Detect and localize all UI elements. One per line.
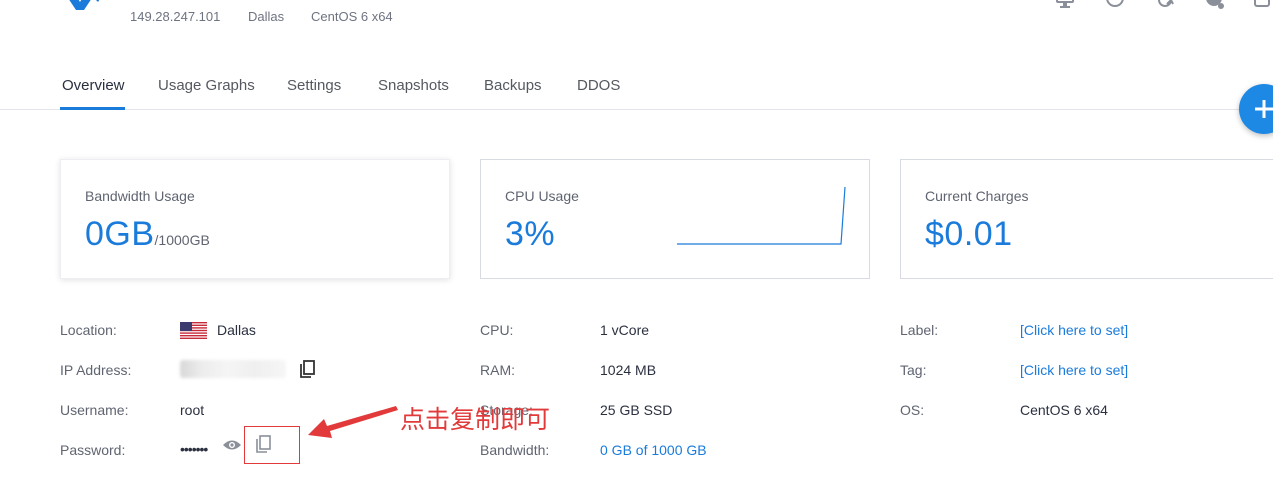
cpu-card: CPU Usage 3% bbox=[480, 159, 870, 279]
cpu-sparkline bbox=[677, 186, 846, 245]
cpu-value: 1 vCore bbox=[600, 322, 650, 338]
bandwidth-label: Bandwidth: bbox=[480, 442, 550, 458]
charges-card-value: $0.01 bbox=[925, 215, 1013, 253]
set-label-link[interactable]: [Click here to set] bbox=[1020, 322, 1128, 338]
bandwidth-card-value: 0GB/1000GB bbox=[85, 215, 210, 254]
location-label: Location: bbox=[60, 322, 117, 338]
cpu-card-value: 3% bbox=[505, 215, 556, 253]
tab-overview[interactable]: Overview bbox=[62, 77, 125, 94]
tab-bar: Overview Usage Graphs Settings Snapshots… bbox=[0, 0, 1273, 110]
tab-settings[interactable]: Settings bbox=[287, 77, 341, 94]
username-value: root bbox=[180, 402, 205, 418]
os-value: CentOS 6 x64 bbox=[1020, 402, 1108, 418]
password-label: Password: bbox=[60, 442, 126, 458]
bandwidth-value-link[interactable]: 0 GB of 1000 GB bbox=[600, 442, 707, 458]
charges-card-title: Current Charges bbox=[925, 188, 1029, 204]
plus-icon bbox=[1255, 100, 1273, 118]
bandwidth-used: 0GB bbox=[85, 215, 155, 253]
ip-address-value-redacted bbox=[180, 360, 286, 378]
password-value: ••••••• bbox=[180, 441, 208, 457]
us-flag-icon bbox=[180, 322, 207, 339]
username-label: Username: bbox=[60, 402, 129, 418]
tab-ddos[interactable]: DDOS bbox=[577, 77, 620, 94]
ip-address-label: IP Address: bbox=[60, 362, 132, 378]
copy-password-icon[interactable] bbox=[255, 435, 273, 455]
server-label-label: Label: bbox=[900, 322, 939, 338]
charges-card: Current Charges $0.01 bbox=[900, 159, 1273, 279]
copy-ip-icon[interactable] bbox=[299, 360, 317, 380]
bandwidth-card: Bandwidth Usage 0GB/1000GB bbox=[60, 159, 450, 279]
tag-label: Tag: bbox=[900, 362, 927, 378]
show-password-eye-icon[interactable] bbox=[222, 438, 242, 452]
annotation-text: 点击复制即可 bbox=[400, 405, 551, 434]
cpu-card-title: CPU Usage bbox=[505, 188, 579, 204]
tab-usage-graphs[interactable]: Usage Graphs bbox=[158, 77, 255, 94]
active-tab-indicator bbox=[60, 107, 125, 110]
bandwidth-total: /1000GB bbox=[154, 232, 210, 248]
set-tag-link[interactable]: [Click here to set] bbox=[1020, 362, 1128, 378]
tab-snapshots[interactable]: Snapshots bbox=[378, 77, 449, 94]
annotation-arrow bbox=[308, 406, 398, 438]
bandwidth-card-title: Bandwidth Usage bbox=[85, 188, 195, 204]
ram-label: RAM: bbox=[480, 362, 515, 378]
cpu-label: CPU: bbox=[480, 322, 514, 338]
os-label: OS: bbox=[900, 402, 925, 418]
ram-value: 1024 MB bbox=[600, 362, 657, 378]
location-value: Dallas bbox=[217, 322, 256, 338]
storage-value: 25 GB SSD bbox=[600, 402, 673, 418]
tab-backups[interactable]: Backups bbox=[484, 77, 542, 94]
